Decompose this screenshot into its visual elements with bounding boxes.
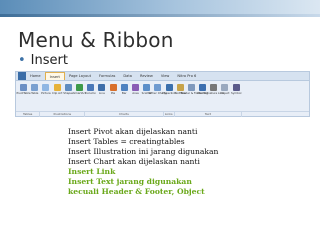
ribbon-tab-bar: Home Insert Page Layout Formulas Data Review V…	[16, 72, 309, 81]
note-line: Insert Chart akan dijelaskan nanti	[68, 157, 200, 166]
ribbon-button-label: Column	[85, 91, 97, 95]
ribbon-button-signature-line[interactable]: Signature Line	[204, 82, 224, 110]
ribbon-tab-page-layout[interactable]: Page Layout	[65, 72, 95, 80]
ribbon-button-column[interactable]: Column	[85, 82, 96, 110]
ribbon-tab-review[interactable]: Review	[136, 72, 157, 80]
ribbon-group-tables: Tables	[16, 112, 41, 117]
signature-line-icon	[210, 84, 218, 91]
ribbon-button-scatter[interactable]: Scatter	[141, 82, 152, 110]
ribbon-tab-data[interactable]: Data	[119, 72, 136, 80]
ribbon-tab-view[interactable]: View	[157, 72, 174, 80]
other-charts-icon	[154, 84, 162, 91]
column-icon	[87, 84, 95, 91]
pivottable-icon	[20, 84, 28, 91]
ribbon-button-label: Pie	[111, 91, 116, 95]
file-tab[interactable]	[18, 72, 26, 80]
ribbon-button-pivottable[interactable]: PivotTable	[17, 82, 31, 110]
ribbon-group-links: Links	[164, 112, 175, 117]
ribbon-button-label: Object	[220, 91, 230, 95]
ribbon-button-picture[interactable]: Picture	[40, 82, 51, 110]
ribbon-button-shapes[interactable]: Shapes	[63, 82, 74, 110]
ribbon-button-smartart[interactable]: SmartArt	[73, 82, 86, 110]
ribbon-screenshot: Home Insert Page Layout Formulas Data Review V…	[15, 71, 310, 117]
pie-icon	[109, 84, 117, 91]
notes-list: Insert Pivot akan dijelaskan nanti Insert…	[68, 127, 218, 197]
ribbon-button-table[interactable]: Table	[29, 82, 40, 110]
note-line: Insert Tables = creatingtables	[68, 137, 185, 146]
ribbon-group-charts: Charts	[85, 112, 164, 117]
ribbon-button-label: Line	[98, 91, 105, 95]
ribbon-tab-formulas[interactable]: Formulas	[95, 72, 119, 80]
text-box-icon	[176, 84, 184, 91]
ribbon-tab-home[interactable]: Home	[26, 72, 45, 80]
note-line: Insert Link	[68, 167, 116, 176]
ribbon-button-wordart[interactable]: WordArt	[197, 82, 208, 110]
picture-icon	[42, 84, 50, 91]
note-line: Insert Pivot akan dijelaskan nanti	[68, 127, 198, 136]
ribbon-button-area[interactable]: Area	[130, 82, 141, 110]
ribbon-button-label: Area	[132, 91, 139, 95]
note-line: kecuali Header & Footer, Object	[68, 187, 205, 196]
ribbon-button-object[interactable]: Object	[219, 82, 230, 110]
wordart-icon	[199, 84, 207, 91]
ribbon-button-symbol[interactable]: Symbol	[231, 82, 242, 110]
scatter-icon	[143, 84, 151, 91]
hyperlink-icon	[165, 84, 173, 91]
ribbon-button-label: Bar	[121, 91, 127, 95]
ribbon-button-header-footer[interactable]: Header & Footer	[180, 82, 203, 110]
table-icon	[31, 84, 39, 91]
ribbon-group-illustrations: Illustrations	[40, 112, 86, 117]
ribbon-tab-insert[interactable]: Insert	[44, 72, 65, 80]
page-title: Menu & Ribbon	[18, 28, 174, 52]
line-icon	[98, 84, 106, 91]
ribbon-button-label: Shapes	[63, 91, 74, 95]
bullet-dot-icon: •	[18, 53, 26, 68]
bullet-text: Insert	[30, 53, 68, 68]
bullet-item: • Insert	[18, 53, 68, 68]
note-line: Insert Illustration ini jarang digunakan	[68, 147, 219, 156]
ribbon-button-label: Clip Art	[51, 91, 63, 95]
ribbon-button-label: Symbol	[230, 91, 242, 95]
ribbon-group-text: Text	[175, 112, 242, 117]
shapes-icon	[64, 84, 72, 91]
ribbon-tool-row: PivotTable Table Picture Clip Art Shapes Smar…	[16, 82, 309, 110]
ribbon-button-text-box[interactable]: Text Box	[174, 82, 186, 110]
ribbon-button-bar[interactable]: Bar	[119, 82, 130, 110]
ribbon-button-other-charts[interactable]: Other Charts	[149, 82, 167, 110]
ribbon-tab-nitro-pro-6[interactable]: Nitro Pro 6	[173, 72, 200, 80]
ribbon-group-labels: Tables Illustrations Charts Links Text	[16, 111, 309, 117]
ribbon-button-label: Table	[31, 91, 39, 95]
note-line: Insert Text jarang digunakan	[68, 177, 192, 186]
ribbon-button-label: Picture	[41, 91, 51, 95]
object-icon	[221, 84, 229, 91]
ribbon-button-label: SmartArt	[73, 91, 86, 95]
slide-top-banner	[0, 0, 320, 17]
bar-icon	[120, 84, 128, 91]
header-footer-icon	[187, 84, 195, 91]
clip-art-icon	[53, 84, 61, 91]
ribbon-button-pie[interactable]: Pie	[108, 82, 119, 110]
area-icon	[131, 84, 139, 91]
smartart-icon	[76, 84, 84, 91]
ribbon-button-clip-art[interactable]: Clip Art	[52, 82, 63, 110]
symbol-icon	[232, 84, 240, 91]
ribbon-button-hyperlink[interactable]: Hyperlink	[162, 82, 176, 110]
ribbon-button-line[interactable]: Line	[96, 82, 107, 110]
